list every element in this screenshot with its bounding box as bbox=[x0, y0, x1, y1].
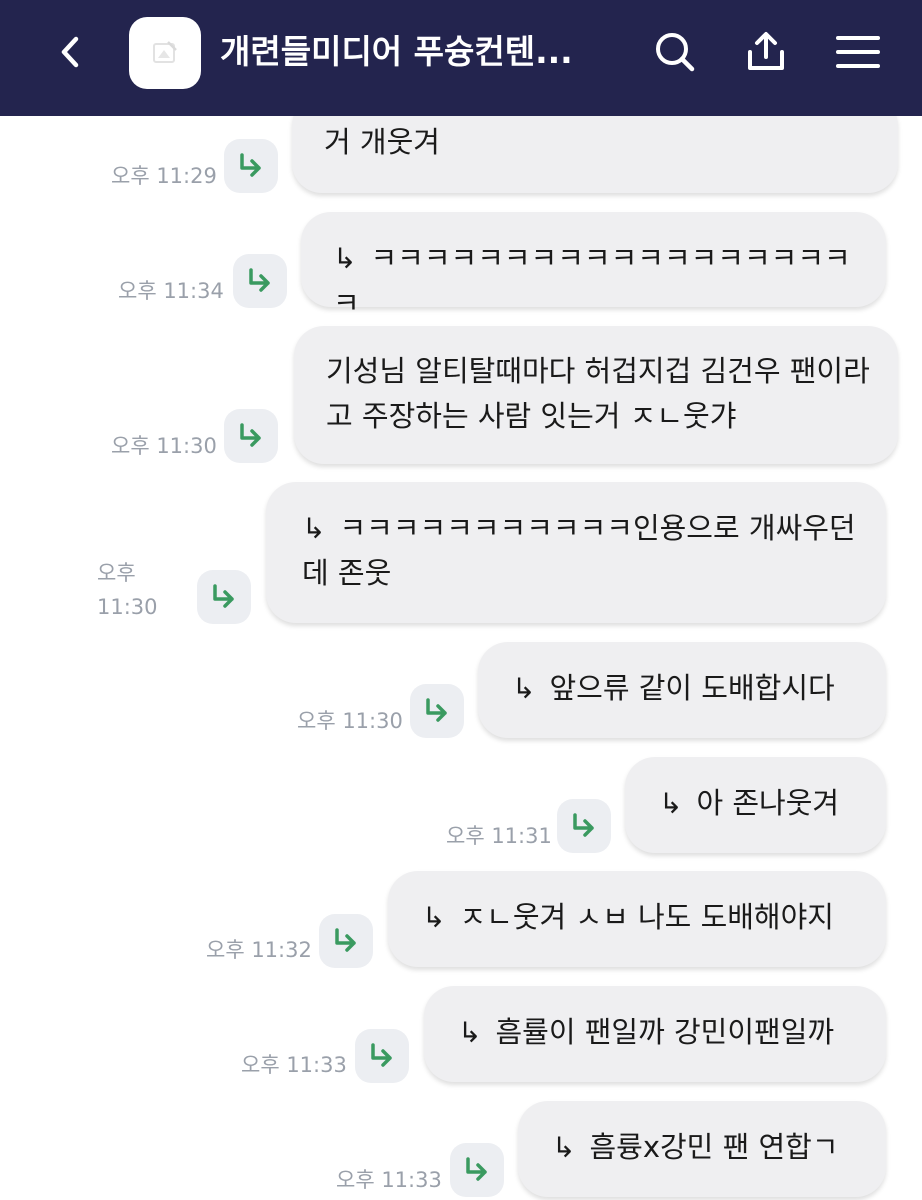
reply-arrow-icon bbox=[240, 153, 261, 177]
message-bubble[interactable]: ↳ 앞으류 같이 도배합시다 bbox=[478, 642, 886, 738]
back-button[interactable] bbox=[48, 30, 92, 74]
reply-prefix-icon: ↳ bbox=[458, 1016, 482, 1049]
message-time: 오후 11:33 bbox=[336, 1168, 442, 1192]
message-text: 기성님 알티탈때마다 허겁지겁 김건우 팬이라고 주장하는 사람 잇는거 ㅈㄴ웃… bbox=[326, 354, 870, 433]
chevron-left-icon bbox=[61, 36, 79, 68]
message-text: 거 개웃겨 bbox=[324, 125, 440, 159]
reply-arrow-icon bbox=[426, 698, 447, 722]
message-bubble[interactable]: ↳ 흠률이 팬일까 강민이팬일까 bbox=[424, 986, 886, 1082]
message-text: 아 존나웃겨 bbox=[696, 786, 840, 820]
message-bubble[interactable]: 기성님 알티탈때마다 허겁지겁 김건우 팬이라고 주장하는 사람 잇는거 ㅈㄴ웃… bbox=[294, 326, 898, 464]
reply-button[interactable] bbox=[410, 684, 464, 738]
reply-arrow-icon bbox=[371, 1043, 392, 1067]
reply-arrow-icon bbox=[213, 584, 234, 608]
share-icon bbox=[748, 32, 784, 70]
reply-prefix-icon: ↳ bbox=[512, 672, 536, 705]
reply-button[interactable] bbox=[557, 799, 611, 853]
reply-button[interactable] bbox=[355, 1029, 409, 1083]
search-button[interactable] bbox=[651, 28, 699, 76]
message-time: 오후 11:30 bbox=[97, 561, 158, 619]
message-time: 오후 11:32 bbox=[206, 938, 312, 962]
search-icon bbox=[656, 33, 695, 72]
message-text: ㅋㅋㅋㅋㅋㅋㅋㅋㅋㅋㅋㅋㅋㅋㅋㅋㅋㅋㅋ bbox=[333, 241, 851, 320]
message-time: 오후 11:29 bbox=[111, 164, 217, 188]
reply-button[interactable] bbox=[450, 1143, 504, 1197]
hamburger-menu-icon bbox=[836, 36, 880, 68]
message-bubble[interactable]: ↳ ㅈㄴ웃겨 ㅅㅂ 나도 도배해야지 bbox=[388, 871, 886, 967]
reply-arrow-icon bbox=[573, 813, 594, 837]
reply-button[interactable] bbox=[233, 254, 287, 308]
room-avatar-icon bbox=[153, 41, 177, 63]
message-bubble[interactable]: 거 개웃겨 bbox=[292, 116, 898, 193]
reply-button[interactable] bbox=[319, 914, 373, 968]
message-bubble[interactable]: ↳ 흠륭x강민 팬 연합ㄱ bbox=[518, 1101, 886, 1197]
message-text: 흠륭x강민 팬 연합ㄱ bbox=[589, 1130, 839, 1164]
message-text: 흠률이 팬일까 강민이팬일까 bbox=[495, 1015, 835, 1049]
reply-prefix-icon: ↳ bbox=[333, 242, 357, 275]
reply-prefix-icon: ↳ bbox=[552, 1131, 576, 1164]
message-time: 오후 11:30 bbox=[111, 434, 217, 458]
reply-arrow-icon bbox=[249, 268, 270, 292]
message-time: 오후 11:31 bbox=[446, 824, 552, 848]
message-text: ㅋㅋㅋㅋㅋㅋㅋㅋㅋㅋㅋ인용으로 개싸우던데 존웃 bbox=[302, 511, 856, 590]
reply-prefix-icon: ↳ bbox=[659, 787, 683, 820]
room-avatar[interactable] bbox=[129, 17, 201, 89]
reply-arrow-icon bbox=[466, 1157, 487, 1181]
reply-button[interactable] bbox=[224, 409, 278, 463]
reply-button[interactable] bbox=[224, 139, 278, 193]
message-bubble[interactable]: ↳ ㅋㅋㅋㅋㅋㅋㅋㅋㅋㅋㅋ인용으로 개싸우던데 존웃 bbox=[266, 482, 886, 623]
message-text: 앞으류 같이 도배합시다 bbox=[549, 671, 835, 705]
chat-header: 개련들미디어 푸슝컨텐... bbox=[0, 0, 922, 116]
reply-arrow-icon bbox=[335, 928, 356, 952]
room-title: 개련들미디어 푸슝컨텐... bbox=[220, 32, 573, 71]
message-time: 오후 11:33 bbox=[241, 1053, 347, 1077]
reply-button[interactable] bbox=[197, 570, 251, 624]
chat-message-list[interactable]: 거 개웃겨 오후 11:29 ↳ ㅋㅋㅋㅋㅋㅋㅋㅋㅋㅋㅋㅋㅋㅋㅋㅋㅋㅋㅋ 오후 1… bbox=[0, 116, 922, 1200]
message-text: ㅈㄴ웃겨 ㅅㅂ 나도 도배해야지 bbox=[459, 900, 834, 934]
message-time: 오후 11:30 bbox=[297, 709, 403, 733]
reply-prefix-icon: ↳ bbox=[422, 901, 446, 934]
message-bubble[interactable]: ↳ ㅋㅋㅋㅋㅋㅋㅋㅋㅋㅋㅋㅋㅋㅋㅋㅋㅋㅋㅋ bbox=[301, 212, 886, 320]
menu-button[interactable] bbox=[834, 28, 882, 76]
message-time: 오후 11:34 bbox=[118, 279, 224, 303]
reply-prefix-icon: ↳ bbox=[302, 512, 326, 545]
reply-arrow-icon bbox=[240, 423, 261, 447]
message-bubble[interactable]: ↳ 아 존나웃겨 bbox=[625, 757, 886, 853]
share-button[interactable] bbox=[742, 28, 790, 76]
